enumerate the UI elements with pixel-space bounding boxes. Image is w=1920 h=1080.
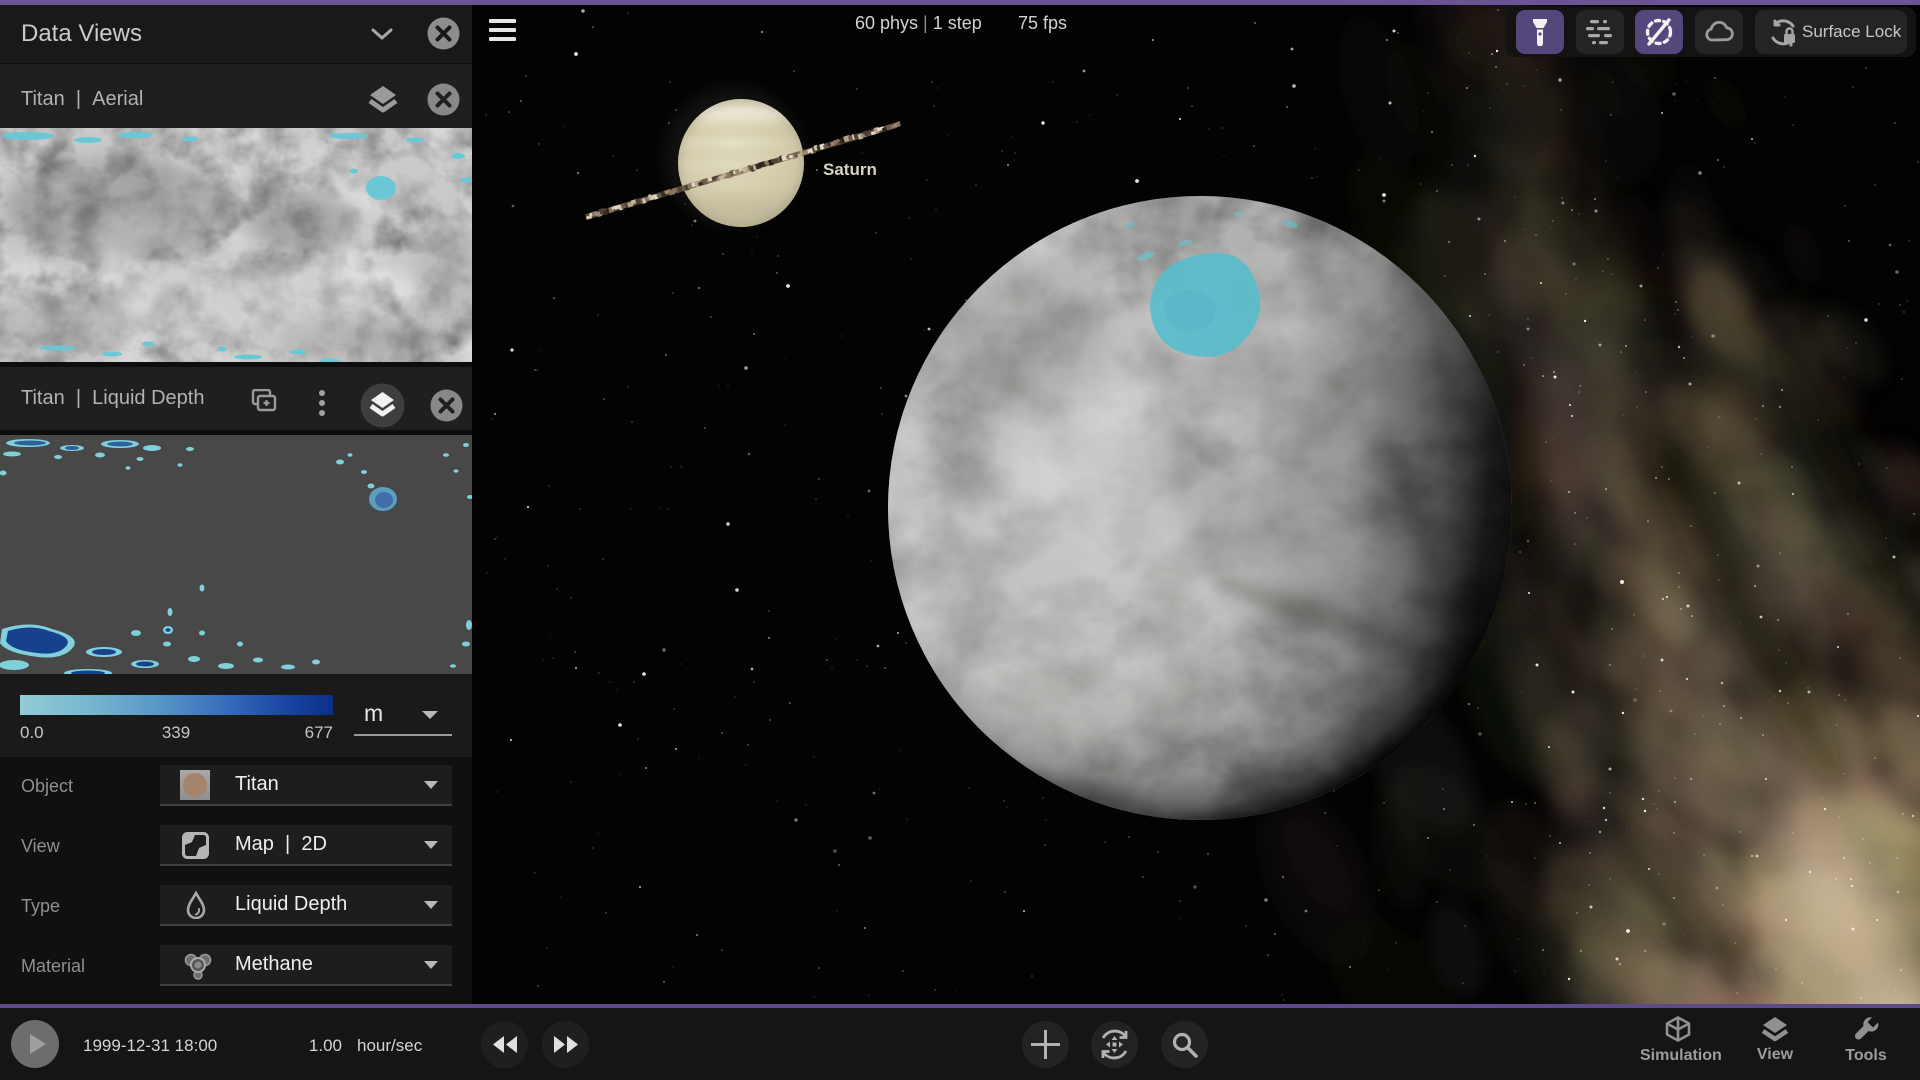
svg-text:Saturn: Saturn	[823, 160, 877, 179]
